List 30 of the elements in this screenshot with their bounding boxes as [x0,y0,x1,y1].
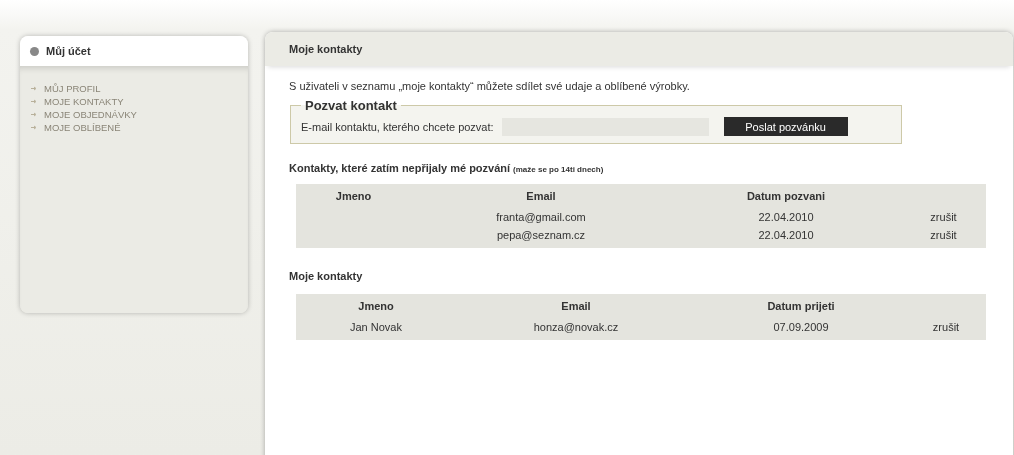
invite-legend: Pozvat kontakt [301,98,401,113]
section-heading: Moje kontakty [289,270,363,282]
column-header: Datum pozvani [746,190,826,202]
table-cell: pepa@seznam.cz [496,229,586,241]
arrow-icon [31,112,37,117]
column-header: Datum prijeti [767,300,835,312]
arrow-icon [31,125,37,130]
cancel-link[interactable]: zrušit [932,321,960,333]
intro-text: S uživateli v seznamu „moje kontakty“ můžete sdílet své udaje a oblíbené výrobky. [289,80,691,92]
section-note: (maže se po 14ti dnech) [513,165,604,174]
section-heading: Kontakty, které zatím nepřijaly mé pozvání [289,162,511,174]
column-header: Jmeno [335,190,372,202]
column-header: Jmeno [358,300,394,312]
sidebar-title: Můj účet [46,45,91,57]
email-label: E-mail kontaktu, kterého chcete pozvat: [301,120,494,133]
panel-title: Moje kontakty [289,43,363,55]
send-invite-button[interactable]: Poslat pozvánku [723,117,848,136]
cancel-link[interactable]: zrušit [930,211,957,223]
bullet-icon [30,46,39,56]
table-cell: 22.04.2010 [758,211,814,223]
column-header: Email [526,190,556,202]
table-cell: franta@gmail.com [496,211,586,223]
table-cell: 07.09.2009 [773,321,829,333]
cancel-link[interactable]: zrušit [930,229,957,241]
table-cell: Jan Novak [350,321,402,333]
table-cell: 22.04.2010 [758,229,814,241]
column-header: Email [561,300,591,312]
arrow-icon [31,99,37,104]
table-cell: honza@novak.cz [533,321,619,333]
arrow-icon [31,86,37,91]
